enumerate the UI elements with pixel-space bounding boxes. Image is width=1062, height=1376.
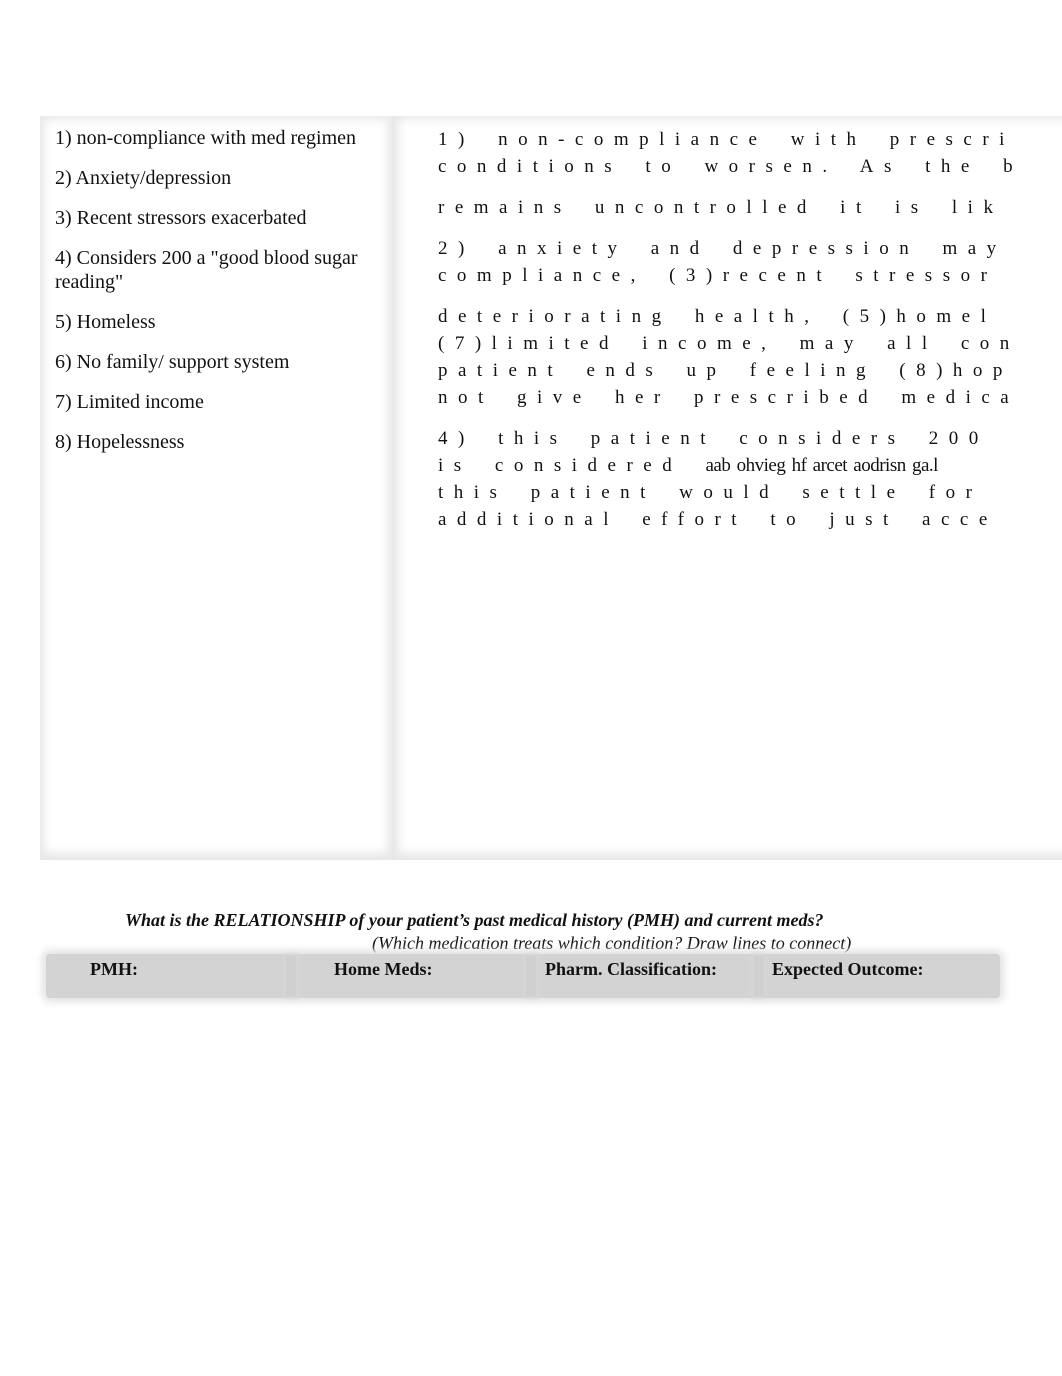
rationale-line: (7)limited income, may all con [438, 333, 1020, 354]
rationale-text: 1) non-compliance with prescri condition… [438, 126, 1062, 547]
rationale-cell: 1) non-compliance with prescri condition… [392, 116, 1062, 860]
rationale-line: additional effort to just acce [438, 509, 998, 530]
risk-factors-cell: 1) non-compliance with med regimen 2) An… [40, 116, 392, 860]
overlapping-text: aab ohvieg hf arcet aodrisn ga.l [705, 455, 938, 476]
nursing-analysis-table: 1) non-compliance with med regimen 2) An… [40, 116, 1062, 864]
rationale-line: is considered aab ohvieg hf arcet aodris… [438, 452, 1062, 479]
rationale-line: this patient would settle for [438, 482, 983, 503]
column-divider [526, 956, 536, 996]
relationship-hint: (Which medication treats which condition… [372, 933, 852, 953]
risk-factor-item: 1) non-compliance with med regimen [55, 127, 357, 149]
risk-factors-list: 1) non-compliance with med regimen 2) An… [55, 126, 385, 470]
rationale-line-start: is considered [438, 455, 706, 476]
rationale-line: conditions to worsen. As the b [438, 156, 1024, 177]
column-header-home-meds: Home Meds: [334, 959, 433, 979]
pmh-meds-table-header: PMH: Home Meds: Pharm. Classification: E… [46, 954, 1000, 998]
rationale-line: remains uncontrolled it is lik [438, 197, 1004, 218]
risk-factor-item: 2) Anxiety/depression [55, 167, 232, 189]
risk-factor-item: 4) Considers 200 a "good blood sugar rea… [55, 247, 358, 293]
column-divider [286, 956, 296, 996]
rationale-line: compliance, (3)recent stressor [438, 265, 998, 286]
column-divider [754, 956, 764, 996]
column-header-pmh: PMH: [90, 959, 138, 979]
risk-factor-item: 5) Homeless [55, 311, 156, 333]
rationale-paragraph: 4) this patient considers 200 is conside… [438, 425, 1062, 533]
risk-factor-item: 8) Hopelessness [55, 431, 185, 453]
rationale-paragraph: 2) anxiety and depression may compliance… [438, 235, 1062, 289]
column-header-expected-outcome: Expected Outcome: [772, 959, 924, 979]
rationale-line: patient ends up feeling (8)hop [438, 360, 1013, 381]
rationale-paragraph: 1) non-compliance with prescri condition… [438, 126, 1062, 180]
relationship-question: What is the RELATIONSHIP of your patient… [125, 910, 824, 930]
rationale-line: 4) this patient considers 200 [438, 428, 989, 449]
risk-factor-item: 7) Limited income [55, 391, 204, 413]
column-header-pharm-classification: Pharm. Classification: [545, 959, 717, 979]
risk-factor-item: 6) No family/ support system [55, 351, 290, 373]
rationale-line: not give her prescribed medica [438, 387, 1020, 408]
risk-factor-item: 3) Recent stressors exacerbated [55, 207, 307, 229]
rationale-line: 1) non-compliance with prescri [438, 129, 1015, 150]
rationale-line: 2) anxiety and depression may [438, 238, 1007, 259]
rationale-line: deteriorating health, (5)homel [438, 306, 997, 327]
rationale-paragraph: remains uncontrolled it is lik [438, 194, 1062, 221]
rationale-paragraph: deteriorating health, (5)homel (7)limite… [438, 303, 1062, 411]
